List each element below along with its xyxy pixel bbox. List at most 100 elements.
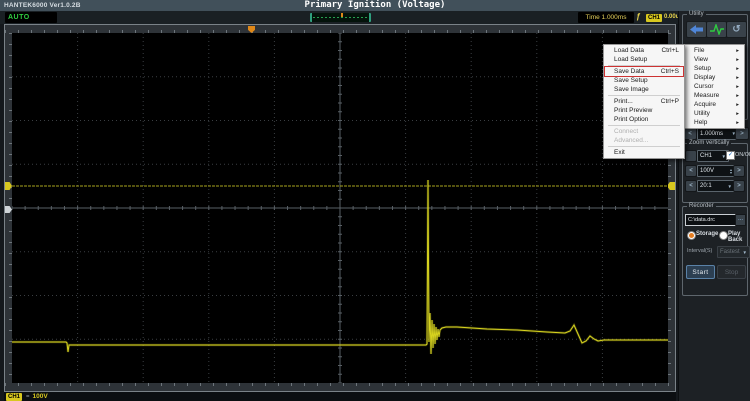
menu-item-shortcut: Ctrl+L bbox=[661, 47, 679, 54]
zoom-vertically-group: Zoom vertically CH1 ▼ ✓ ON/OFF < 100V ▴▾… bbox=[682, 143, 748, 203]
menu-item-label: Connect bbox=[614, 128, 638, 135]
channel1-scale-value: 100V bbox=[33, 393, 48, 400]
menu-item-label: Print... bbox=[614, 98, 633, 105]
browse-button[interactable]: ... bbox=[735, 214, 746, 226]
menu-item-label: Measure bbox=[694, 92, 719, 99]
oscilloscope-app: { "titlebar": { "version": "HANTEK6000 V… bbox=[0, 0, 750, 401]
menu-item-label: Load Setup bbox=[614, 56, 647, 63]
probe-dropdown[interactable]: 20:1 ▼ bbox=[697, 180, 735, 192]
submenu-arrow-icon: ▸ bbox=[736, 57, 739, 63]
menu-item-help[interactable]: Help ▸ bbox=[685, 118, 743, 127]
probe-value: 20:1 bbox=[700, 183, 712, 189]
zoom-vertically-label: Zoom vertically bbox=[687, 140, 731, 147]
horizontal-ruler-top bbox=[5, 25, 675, 33]
trigger-channel-badge: CH1 bbox=[646, 14, 662, 22]
channel1-badge: CH1 bbox=[6, 393, 22, 401]
menu-item-label: Load Data bbox=[614, 47, 644, 54]
menu-item-shortcut: Ctrl+P bbox=[661, 98, 679, 105]
menu-item-print-option[interactable]: Print Option bbox=[605, 115, 683, 124]
horizontal-ruler-bottom bbox=[5, 383, 675, 391]
playback-radio-label: Play Back bbox=[728, 231, 747, 243]
timebase-readout: Time 1.000ms bbox=[578, 12, 634, 23]
menu-item-label: Acquire bbox=[694, 101, 716, 108]
refresh-icon: ↺ bbox=[732, 25, 740, 35]
record-path-input[interactable]: C:\data.drc bbox=[685, 214, 739, 226]
menu-separator bbox=[608, 95, 680, 96]
spinner-arrows-icon: ▴▾ bbox=[730, 168, 732, 174]
menu-item-load-data[interactable]: Load Data Ctrl+L bbox=[605, 46, 683, 55]
waveform-preview-bar[interactable] bbox=[310, 13, 371, 22]
trigger-mode-label: AUTO bbox=[8, 14, 30, 21]
volts-decrease-button[interactable]: < bbox=[685, 165, 697, 177]
submenu-arrow-icon: ▸ bbox=[736, 120, 739, 126]
menu-item-acquire[interactable]: Acquire ▸ bbox=[685, 100, 743, 109]
recorder-group: Recorder C:\data.drc ... Storage Play Ba… bbox=[682, 206, 748, 296]
menu-item-utility[interactable]: Utility▸ bbox=[685, 109, 743, 118]
onoff-label: ON/OFF bbox=[735, 152, 750, 158]
interval-dropdown[interactable]: Fastest ▼ bbox=[717, 246, 750, 258]
menu-item-cursor[interactable]: Cursor▸ bbox=[685, 82, 743, 91]
storage-radio[interactable] bbox=[687, 231, 696, 240]
menu-item-display[interactable]: Display▸ bbox=[685, 73, 743, 82]
submenu-arrow-icon: ▸ bbox=[736, 48, 739, 54]
submenu-arrow-icon: ▸ bbox=[736, 66, 739, 72]
menu-item-file[interactable]: File ▸ bbox=[685, 46, 743, 55]
menu-item-label: File bbox=[694, 47, 704, 54]
submenu-arrow-icon: ▸ bbox=[736, 93, 739, 99]
waveform-svg bbox=[12, 33, 668, 383]
volts-spinner[interactable]: 100V ▴▾ bbox=[697, 165, 735, 177]
menu-item-print[interactable]: Print... Ctrl+P bbox=[605, 97, 683, 106]
menu-item-load-setup[interactable]: Load Setup bbox=[605, 55, 683, 64]
probe-increase-button[interactable]: > bbox=[733, 180, 745, 192]
menu-item-exit[interactable]: Exit bbox=[605, 148, 683, 157]
menu-item-label: Save Setup bbox=[614, 77, 648, 84]
menu-item-label: View bbox=[694, 56, 708, 63]
menu-item-label: Utility bbox=[694, 110, 710, 117]
menu-item-label: Help bbox=[694, 119, 707, 126]
menu-button[interactable] bbox=[706, 21, 727, 38]
probe-decrease-button[interactable]: < bbox=[685, 180, 697, 192]
menu-item-save-data[interactable]: Save DataCtrl+S bbox=[605, 67, 683, 76]
menu-item-measure[interactable]: Measure ▸ bbox=[685, 91, 743, 100]
timebase-dropdown-value: 1.000ms bbox=[700, 131, 723, 137]
preview-trigger-tick-icon bbox=[341, 13, 343, 17]
menu-item-label: Save Data bbox=[614, 68, 644, 75]
recorder-group-label: Recorder bbox=[687, 203, 716, 210]
menu-item-view[interactable]: View ▸ bbox=[685, 55, 743, 64]
channel-color-button[interactable] bbox=[685, 150, 697, 162]
channel-dropdown-value: CH1 bbox=[700, 153, 712, 159]
utility-group-label: Utility bbox=[687, 11, 706, 18]
menu-item-save-image[interactable]: Save Image bbox=[605, 85, 683, 94]
menu-item-connect: Connect bbox=[605, 127, 683, 136]
menu-item-setup[interactable]: Setup ▸ bbox=[685, 64, 743, 73]
back-arrow-icon bbox=[690, 25, 703, 34]
dropdown-arrow-icon: ▼ bbox=[743, 250, 747, 255]
submenu-arrow-icon: ▸ bbox=[736, 102, 739, 108]
channel-readout-bar: CH1 = 100V bbox=[4, 392, 676, 401]
submenu-arrow-icon: ▸ bbox=[736, 75, 739, 81]
trigger-edge-icon: ƒ bbox=[636, 12, 640, 21]
menu-item-label: Exit bbox=[614, 149, 625, 156]
stop-button[interactable]: Stop bbox=[717, 265, 746, 279]
playback-radio[interactable] bbox=[719, 231, 728, 240]
volts-increase-button[interactable]: > bbox=[733, 165, 745, 177]
pulse-icon bbox=[710, 24, 724, 35]
scope-display bbox=[4, 24, 676, 392]
page-title: Primary Ignition (Voltage) bbox=[0, 0, 750, 11]
channel-onoff-checkbox[interactable]: ✓ bbox=[726, 151, 735, 160]
menu-item-save-setup[interactable]: Save Setup bbox=[605, 76, 683, 85]
storage-radio-label: Storage bbox=[696, 231, 718, 237]
trigger-status-box: AUTO bbox=[5, 12, 57, 23]
start-button[interactable]: Start bbox=[686, 265, 715, 279]
refresh-button[interactable]: ↺ bbox=[726, 21, 747, 38]
menu-item-label: Cursor bbox=[694, 83, 714, 90]
waveform-plot bbox=[12, 33, 668, 383]
back-button[interactable] bbox=[686, 21, 707, 38]
menu-item-advanced: Advanced... bbox=[605, 136, 683, 145]
ruler-ticks bbox=[5, 383, 675, 386]
preview-trace bbox=[313, 17, 368, 18]
menu-item-print-preview[interactable]: Print Preview bbox=[605, 106, 683, 115]
menu-item-label: Setup bbox=[694, 65, 711, 72]
dropdown-arrow-icon: ▼ bbox=[728, 184, 732, 189]
channel-dropdown[interactable]: CH1 ▼ bbox=[697, 150, 729, 162]
